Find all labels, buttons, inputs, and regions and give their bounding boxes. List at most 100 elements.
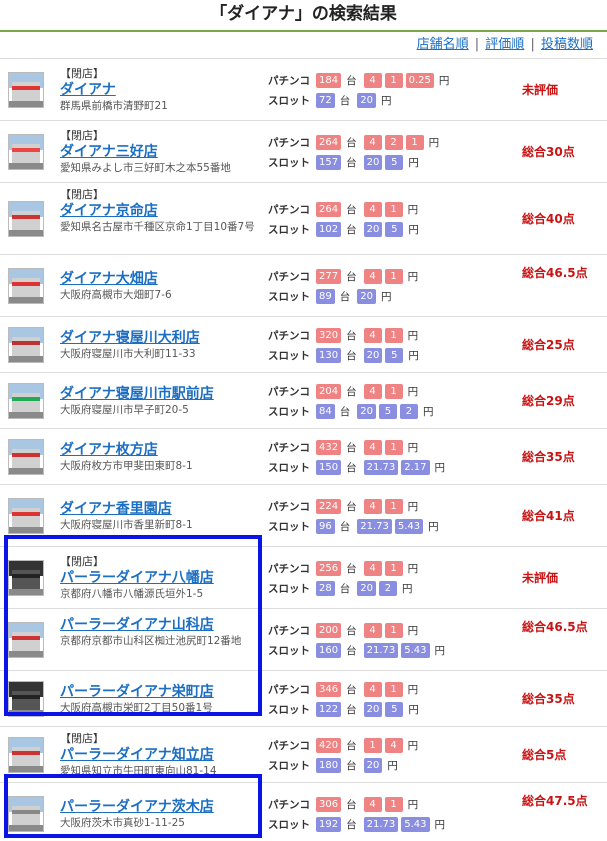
store-thumbnail[interactable]	[8, 383, 44, 419]
store-address: 大阪府寝屋川市香里新町8-1	[60, 519, 193, 531]
unit-yen: 円	[428, 136, 440, 149]
unit-dai: 台	[346, 136, 357, 149]
store-name-link[interactable]: ダイアナ枚方店	[60, 441, 260, 459]
sort-separator: |	[530, 37, 535, 52]
slot-label: スロット	[268, 223, 310, 236]
store-name-link[interactable]: ダイアナ寝屋川大利店	[60, 329, 260, 347]
unit-yen: 円	[408, 703, 419, 716]
store-name-link[interactable]: パーラーダイアナ栄町店	[60, 683, 260, 701]
store-name-link[interactable]: ダイアナ京命店	[60, 202, 260, 220]
slot-rate-badge: 5.43	[401, 642, 430, 658]
store-score: 総合40点	[522, 212, 575, 226]
list-item: パーラーダイアナ山科店 京都府京都市山科区椥辻池尻町12番地 パチンコ 200 台 4 1 円…	[0, 609, 607, 671]
pachinko-line: パチンコ 432 台 4 1 円	[268, 437, 508, 457]
store-name-link[interactable]: パーラーダイアナ山科店	[60, 616, 260, 634]
store-name-link[interactable]: ダイアナ三好店	[60, 143, 260, 161]
closed-badge: 【閉店】	[60, 555, 104, 568]
store-thumbnail[interactable]	[8, 498, 44, 534]
slot-rate-badge: 20	[363, 347, 383, 363]
unit-yen: 円	[422, 405, 434, 418]
slot-count-badge: 160	[316, 642, 342, 658]
machine-rates: パチンコ 184 台 4 1 0.25 円スロット 72 台 20 円	[268, 70, 508, 110]
store-info: ダイアナ香里園店 大阪府寝屋川市香里新町8-1	[60, 500, 260, 533]
thumbnail-signboard	[12, 215, 40, 219]
pachinko-label: パチンコ	[268, 203, 310, 216]
slot-line: スロット 84 台 20 5 2 円	[268, 401, 508, 421]
store-name-link[interactable]: パーラーダイアナ茨木店	[60, 798, 260, 816]
store-address: 大阪府高槻市大畑町7-6	[60, 289, 172, 301]
unit-dai: 台	[346, 223, 357, 236]
slot-rate-badge: 20	[357, 403, 376, 419]
thumbnail-signboard	[12, 397, 40, 401]
pachinko-rate-badge: 4	[363, 201, 382, 217]
unit-yen: 円	[407, 798, 419, 811]
pachinko-line: パチンコ 264 台 4 1 円	[268, 199, 508, 219]
list-item: ダイアナ寝屋川大利店 大阪府寝屋川市大利町11-33 パチンコ 320 台 4 1 円スロット…	[0, 317, 607, 373]
unit-dai: 台	[339, 290, 351, 303]
store-score: 総合47.5点	[522, 794, 588, 808]
machine-rates: パチンコ 264 台 4 2 1 円スロット 157 台 20 5 円	[268, 132, 508, 172]
unit-dai: 台	[346, 798, 357, 811]
pachinko-rate-badge: 1	[384, 796, 403, 812]
unit-dai: 台	[346, 703, 357, 716]
slot-rate-badge: 20	[357, 288, 376, 304]
store-score: 総合35点	[522, 692, 575, 706]
thumbnail-ground	[9, 527, 43, 533]
unit-dai: 台	[339, 94, 351, 107]
unit-yen: 円	[380, 290, 392, 303]
pachinko-label: パチンコ	[268, 562, 310, 575]
slot-line: スロット 157 台 20 5 円	[268, 152, 508, 172]
store-thumbnail[interactable]	[8, 268, 44, 304]
unit-dai: 台	[346, 739, 357, 752]
slot-line: スロット 150 台 21.73 2.17 円	[268, 457, 508, 477]
store-name-link[interactable]: パーラーダイアナ知立店	[60, 746, 260, 764]
store-name-link[interactable]: ダイアナ	[60, 81, 260, 99]
machine-rates: パチンコ 277 台 4 1 円スロット 89 台 20 円	[268, 266, 508, 306]
pachinko-rate-badge: 1	[384, 560, 403, 576]
page-title: 「ダイアナ」の検索結果	[0, 0, 607, 32]
store-thumbnail[interactable]	[8, 439, 44, 475]
unit-yen: 円	[407, 739, 419, 752]
slot-count-badge: 130	[316, 347, 342, 363]
pachinko-rate-badge: 1	[384, 681, 403, 697]
store-thumbnail[interactable]	[8, 796, 44, 832]
unit-dai: 台	[346, 624, 357, 637]
list-item: 【閉店】 ダイアナ三好店 愛知県みよし市三好町木之本55番地 パチンコ 264 台 4 2 1 円…	[0, 121, 607, 183]
store-name-link[interactable]: ダイアナ寝屋川市駅前店	[60, 385, 260, 403]
slot-line: スロット 96 台 21.73 5.43 円	[268, 516, 508, 536]
closed-badge: 【閉店】	[60, 67, 104, 80]
store-thumbnail[interactable]	[8, 201, 44, 237]
pachinko-count-badge: 420	[316, 737, 342, 753]
store-thumbnail[interactable]	[8, 72, 44, 108]
unit-dai: 台	[339, 405, 351, 418]
slot-line: スロット 192 台 21.73 5.43 円	[268, 814, 508, 834]
store-thumbnail[interactable]	[8, 134, 44, 170]
sort-links: 店舗名順 | 評価順 | 投稿数順	[0, 32, 607, 58]
machine-rates: パチンコ 432 台 4 1 円スロット 150 台 21.73 2.17 円	[268, 437, 508, 477]
unit-yen: 円	[407, 441, 419, 454]
store-thumbnail[interactable]	[8, 560, 44, 596]
sort-by-posts-link[interactable]: 投稿数順	[541, 37, 593, 52]
store-name-link[interactable]: パーラーダイアナ八幡店	[60, 569, 260, 587]
pachinko-line: パチンコ 204 台 4 1 円	[268, 381, 508, 401]
pachinko-count-badge: 264	[316, 201, 342, 217]
store-info: ダイアナ寝屋川大利店 大阪府寝屋川市大利町11-33	[60, 329, 260, 362]
store-name-link[interactable]: ダイアナ香里園店	[60, 500, 260, 518]
store-thumbnail[interactable]	[8, 681, 44, 717]
thumbnail-signboard	[12, 512, 40, 516]
unit-yen: 円	[407, 270, 419, 283]
store-thumbnail[interactable]	[8, 327, 44, 363]
thumbnail-signboard	[12, 453, 40, 457]
slot-count-badge: 102	[316, 221, 342, 237]
pachinko-label: パチンコ	[268, 683, 310, 696]
unit-yen: 円	[408, 223, 419, 236]
unit-dai: 台	[346, 759, 357, 772]
pachinko-rate-badge: 4	[363, 268, 382, 284]
sort-by-rating-link[interactable]: 評価順	[485, 37, 524, 52]
sort-by-name-link[interactable]: 店舗名順	[417, 37, 469, 52]
store-name-link[interactable]: ダイアナ大畑店	[60, 270, 260, 288]
pachinko-label: パチンコ	[268, 74, 310, 87]
store-thumbnail[interactable]	[8, 737, 44, 773]
store-thumbnail[interactable]	[8, 622, 44, 658]
unit-dai: 台	[346, 329, 357, 342]
